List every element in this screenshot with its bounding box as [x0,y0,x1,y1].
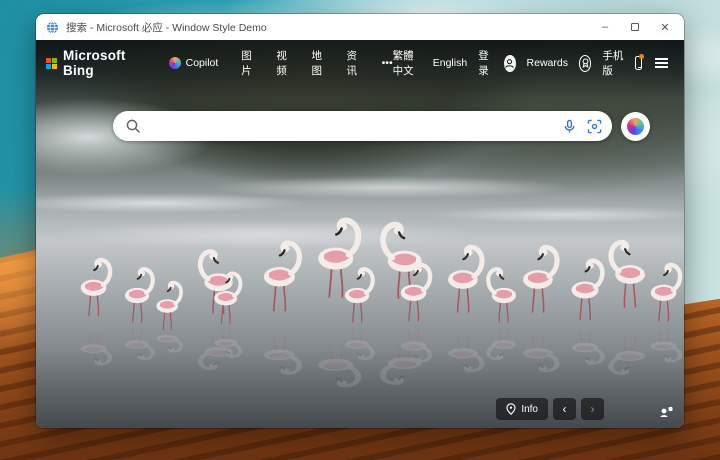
person-icon [504,58,515,69]
image-info-button[interactable]: Info [496,398,548,420]
bing-logo[interactable]: Microsoft Bing [46,48,145,78]
nav-right: 繁體中文 English 登录 Rewards 手机版 [393,48,670,78]
visual-search-icon[interactable] [587,119,602,134]
maximize-button[interactable] [620,16,650,38]
sign-in-link[interactable]: 登录 [478,48,493,78]
nav-videos[interactable]: 视频 [276,48,288,78]
close-button[interactable]: ✕ [650,16,680,38]
location-pin-icon [506,403,516,415]
info-label: Info [521,404,538,415]
microsoft-logo-icon [46,58,57,69]
globe-icon [46,21,59,34]
image-controls: Info ‹ › [496,398,604,420]
nav-copilot-label: Copilot [186,57,219,69]
window-title: 搜索 - Microsoft 必应 - Window Style Demo [66,20,590,35]
copilot-icon [169,57,181,69]
search-box[interactable] [113,111,612,141]
minimize-button[interactable]: – [590,16,620,38]
nav-maps[interactable]: 地图 [311,48,323,78]
maximize-icon [631,23,639,31]
notification-badge [639,54,644,59]
flamingo-flock-illustration [36,40,684,428]
copilot-logo-icon [627,118,644,135]
lang-english[interactable]: English [433,57,467,69]
bing-navbar: Microsoft Bing Copilot 图片 视频 地图 资讯 ••• 繁… [36,40,684,98]
mobile-phone-icon[interactable] [635,56,642,70]
bing-homepage: Microsoft Bing Copilot 图片 视频 地图 资讯 ••• 繁… [36,40,684,428]
hamburger-menu[interactable] [653,56,670,70]
brand-name: Microsoft Bing [63,48,145,78]
search-icon [125,118,141,134]
microphone-icon[interactable] [562,119,577,134]
avatar[interactable] [504,55,516,72]
previous-image-button[interactable]: ‹ [553,398,576,420]
search-area [113,111,650,141]
app-window: 搜索 - Microsoft 必应 - Window Style Demo – … [36,14,684,428]
rewards-link[interactable]: Rewards [527,57,568,69]
nav-links: Copilot 图片 视频 地图 资讯 ••• [169,48,393,78]
search-input[interactable] [141,111,562,141]
next-image-button[interactable]: › [581,398,604,420]
copilot-button[interactable] [621,112,650,141]
rewards-medal-icon[interactable] [579,55,591,72]
nav-copilot[interactable]: Copilot [169,57,219,69]
lang-traditional-chinese[interactable]: 繁體中文 [393,48,422,78]
nav-images[interactable]: 图片 [241,48,253,78]
window-titlebar[interactable]: 搜索 - Microsoft 必应 - Window Style Demo – … [36,14,684,40]
mobile-link[interactable]: 手机版 [602,48,624,78]
nav-news[interactable]: 资讯 [347,48,359,78]
people-icon[interactable] [658,404,674,418]
nav-more[interactable]: ••• [382,57,393,69]
